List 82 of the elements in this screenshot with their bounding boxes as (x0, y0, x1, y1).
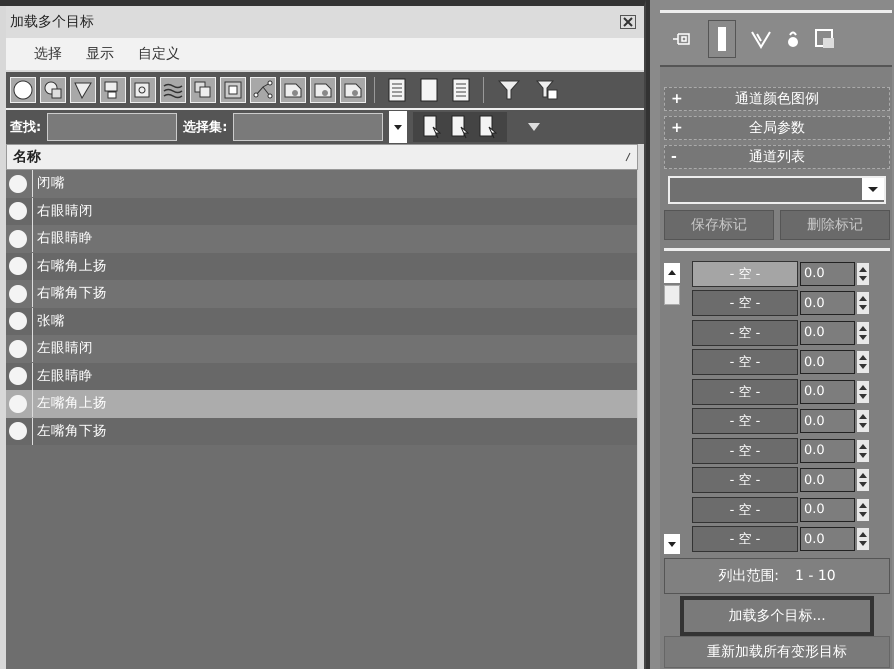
channel-slot[interactable]: - 空 - (692, 378, 798, 405)
channel-slot[interactable]: - 空 - (692, 408, 798, 434)
value-field[interactable]: 0.0 (800, 409, 855, 434)
shapes-icon[interactable] (40, 77, 66, 103)
value-field[interactable]: 0.0 (800, 350, 855, 374)
list-item[interactable]: 张嘴 (6, 308, 637, 335)
value-field[interactable]: 0.0 (800, 438, 855, 463)
rollout-header[interactable]: + 全局参数 (664, 116, 890, 140)
select-page-icon[interactable] (479, 115, 498, 139)
spinner-icon[interactable] (857, 498, 869, 521)
caret-icon (862, 178, 884, 200)
value-field[interactable]: 0.0 (800, 262, 855, 286)
spinner-icon[interactable] (857, 528, 869, 550)
sort-icon (625, 152, 631, 162)
rollout-header[interactable]: - 通道列表 (664, 145, 890, 169)
column-header[interactable]: 名称 (6, 144, 638, 170)
channel-slot[interactable]: - 空 - (692, 496, 798, 523)
list-icon[interactable] (452, 78, 470, 102)
rollout-header[interactable]: + 通道颜色图例 (664, 87, 890, 111)
page-icon[interactable] (420, 78, 438, 102)
caret-icon[interactable] (389, 111, 408, 143)
find-label: 查找: (10, 119, 42, 136)
list-item[interactable]: 左眼睛闭 (6, 335, 637, 362)
range-value: 1 - 10 (795, 568, 836, 584)
vertex-icon[interactable] (750, 29, 772, 49)
select-page-icon[interactable] (423, 115, 442, 139)
scroll-thumb[interactable] (664, 285, 680, 305)
list-item[interactable]: 左嘴角下扬 (6, 418, 637, 445)
object-icon[interactable] (280, 77, 306, 103)
channel-dropdown[interactable] (668, 176, 886, 204)
action-button[interactable]: 加载多个目标... (680, 596, 874, 636)
list-item[interactable]: 右眼睛睁 (6, 225, 637, 252)
channel-slot[interactable]: - 空 - (692, 467, 798, 494)
menu-item[interactable]: 选择 (34, 45, 62, 63)
value-field[interactable]: 0.0 (800, 380, 855, 404)
channel-slot[interactable]: - 空 - (692, 438, 798, 464)
list-item[interactable]: 左眼睛睁 (6, 362, 637, 390)
filter-icon[interactable] (497, 79, 521, 101)
copy-icon[interactable] (190, 77, 216, 103)
selection-set-label: 选择集: (183, 119, 228, 136)
scroll-up-icon[interactable] (664, 263, 680, 283)
window-title: 加载多个目标 (10, 13, 94, 31)
configure-icon[interactable] (814, 28, 836, 50)
spinner-icon[interactable] (857, 410, 869, 432)
spinner-icon[interactable] (857, 440, 869, 462)
column-title: 名称 (13, 148, 41, 166)
list-item[interactable]: 闭嘴 (6, 170, 637, 198)
list-item[interactable]: 右嘴角上扬 (6, 252, 637, 280)
scroll-down-icon[interactable] (664, 534, 680, 554)
list-item[interactable]: 右嘴角下扬 (6, 280, 637, 308)
close-icon[interactable] (620, 15, 636, 29)
range-label: 列出范围: (718, 567, 780, 585)
spinner-icon[interactable] (857, 292, 869, 314)
spinner-icon[interactable] (857, 262, 869, 285)
modifier-icon[interactable] (708, 20, 736, 58)
menu-item[interactable]: 显示 (86, 45, 114, 63)
select-page-icon[interactable] (451, 115, 470, 139)
value-field[interactable]: 0.0 (800, 527, 855, 552)
spinner-icon[interactable] (857, 380, 869, 403)
channel-slot[interactable]: - 空 - (692, 349, 798, 376)
channel-slot[interactable]: - 空 - (692, 260, 798, 287)
value-field[interactable]: 0.0 (800, 291, 855, 316)
selection-set-field[interactable] (233, 113, 384, 141)
value-field[interactable]: 0.0 (800, 498, 855, 522)
frame-icon[interactable] (220, 77, 246, 103)
action-button[interactable]: 重新加载所有变形目标 (664, 636, 890, 668)
spinner-icon[interactable] (857, 351, 869, 374)
value-field[interactable]: 0.0 (800, 468, 855, 492)
spinner-icon[interactable] (857, 469, 869, 492)
list-item[interactable]: 右眼睛闭 (6, 198, 637, 225)
channel-slot[interactable]: - 空 - (692, 526, 798, 552)
spinner-icon[interactable] (857, 322, 869, 344)
find-field[interactable] (47, 113, 178, 141)
value-field[interactable]: 0.0 (800, 320, 855, 345)
channel-slot[interactable]: - 空 - (692, 320, 798, 346)
object-icon[interactable] (340, 77, 366, 103)
channel-slot[interactable]: - 空 - (692, 290, 798, 316)
filter-icon[interactable] (535, 79, 559, 101)
menu-item[interactable]: 自定义 (138, 45, 180, 63)
list-icon[interactable] (388, 78, 406, 102)
wave-icon[interactable] (160, 77, 186, 103)
object-icon[interactable] (310, 77, 336, 103)
